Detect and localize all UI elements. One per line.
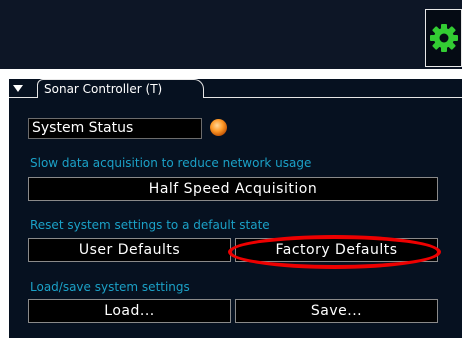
status-led-icon (210, 119, 227, 136)
gear-icon (430, 24, 458, 52)
load-button[interactable]: Load... (28, 299, 231, 323)
triangle-down-icon[interactable] (13, 85, 23, 92)
system-status-field: System Status (28, 118, 202, 139)
settings-button[interactable] (425, 9, 462, 67)
save-button[interactable]: Save... (235, 299, 438, 323)
reset-caption: Reset system settings to a default state (30, 218, 270, 232)
top-bar (0, 0, 462, 69)
separator-strip (0, 69, 462, 79)
tab-header: Sonar Controller (T) (9, 79, 462, 99)
load-save-caption: Load/save system settings (30, 280, 190, 294)
half-speed-acquisition-button[interactable]: Half Speed Acquisition (28, 177, 438, 201)
factory-defaults-button[interactable]: Factory Defaults (235, 238, 438, 262)
acquisition-caption: Slow data acquisition to reduce network … (30, 156, 312, 170)
tab-sonar-controller[interactable]: Sonar Controller (T) (37, 79, 204, 98)
user-defaults-button[interactable]: User Defaults (28, 238, 231, 262)
